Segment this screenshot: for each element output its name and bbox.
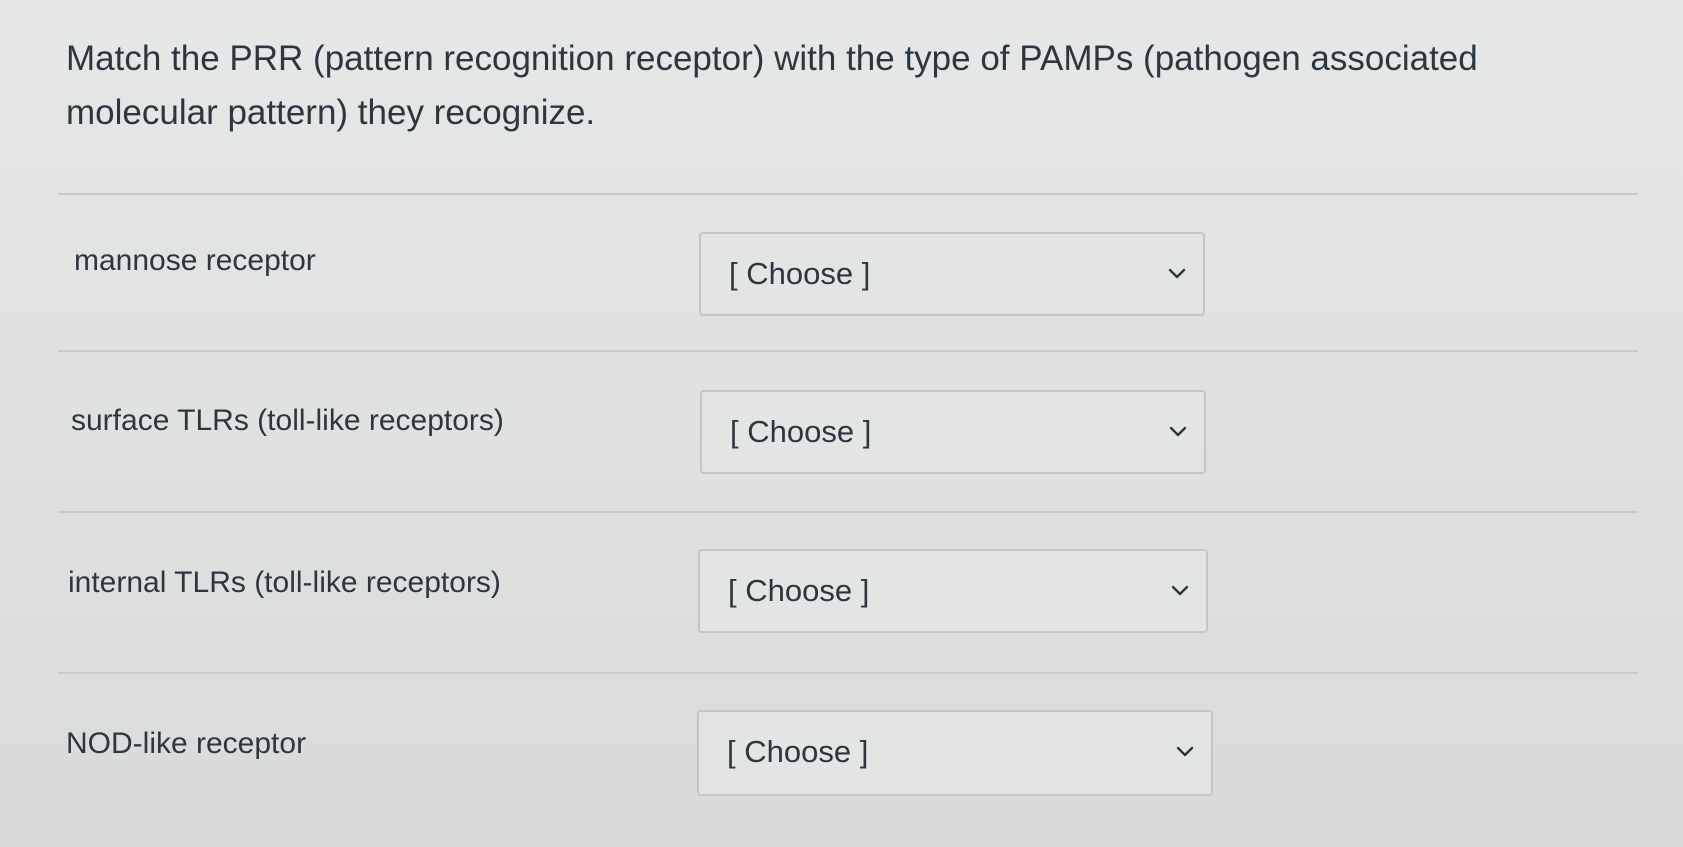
match-row-surface-tlrs: surface TLRs (toll-like receptors) [ Cho… <box>0 390 1683 490</box>
match-row-internal-tlrs: internal TLRs (toll-like receptors) [ Ch… <box>0 549 1683 649</box>
answer-select-dropdown[interactable]: [ Choose ] <box>698 549 1208 633</box>
answer-select-dropdown[interactable]: [ Choose ] <box>697 710 1213 796</box>
quiz-question-page: Match the PRR (pattern recognition recep… <box>0 0 1683 847</box>
match-row-nod-like-receptor: NOD-like receptor [ Choose ] <box>0 710 1683 810</box>
divider <box>58 672 1638 674</box>
answer-label: mannose receptor <box>74 244 316 277</box>
match-row-mannose-receptor: mannose receptor [ Choose ] <box>0 232 1683 332</box>
divider <box>58 193 1638 195</box>
chevron-down-icon <box>1168 424 1188 438</box>
select-value: [ Choose ] <box>727 734 869 769</box>
answer-label: surface TLRs (toll-like receptors) <box>71 404 504 437</box>
question-text: Match the PRR (pattern recognition recep… <box>66 39 1478 132</box>
chevron-down-icon <box>1175 744 1195 758</box>
answer-label: NOD-like receptor <box>66 727 307 760</box>
answer-select-dropdown[interactable]: [ Choose ] <box>700 390 1206 474</box>
select-value: [ Choose ] <box>728 573 870 608</box>
select-value: [ Choose ] <box>729 256 871 291</box>
divider <box>58 350 1638 352</box>
select-value: [ Choose ] <box>730 414 872 449</box>
chevron-down-icon <box>1170 583 1190 597</box>
answer-select-dropdown[interactable]: [ Choose ] <box>699 232 1205 316</box>
answer-label: internal TLRs (toll-like receptors) <box>68 566 501 599</box>
chevron-down-icon <box>1167 266 1187 280</box>
divider <box>58 511 1638 513</box>
